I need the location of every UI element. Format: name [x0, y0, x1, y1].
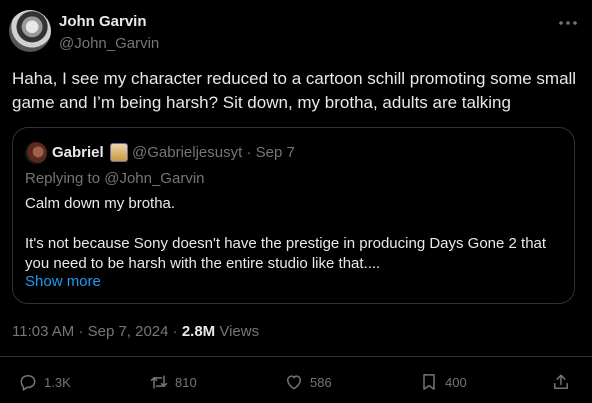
quote-handle-date[interactable]: @Gabrieljesusyt · Sep 7: [132, 144, 295, 161]
verified-badge-icon: [110, 143, 128, 162]
views-count: 2.8M: [181, 323, 216, 340]
post-timestamp[interactable]: 11:03 AM · Sep 7, 2024 ·: [12, 323, 182, 340]
repost-button[interactable]: 810: [149, 372, 197, 392]
bookmark-count: 400: [445, 374, 467, 390]
more-icon[interactable]: [556, 13, 580, 33]
post-avatar[interactable]: [9, 10, 51, 52]
quoted-post[interactable]: Gabriel @Gabrieljesusyt · Sep 7 Replying…: [12, 127, 575, 304]
share-button[interactable]: [551, 372, 577, 392]
quote-replying-to[interactable]: Replying to @John_Garvin: [25, 170, 205, 187]
reply-icon: [20, 375, 36, 391]
post-meta: 11:03 AM · Sep 7, 2024 · 2.8M Views: [12, 323, 259, 340]
views-label: Views: [215, 323, 260, 340]
bookmark-icon: [423, 374, 435, 390]
divider: [0, 356, 592, 357]
bookmark-button[interactable]: 400: [419, 372, 467, 392]
post-text: Haha, I see my character reduced to a ca…: [12, 69, 577, 112]
reply-count: 1.3K: [44, 374, 71, 390]
show-more-link[interactable]: Show more: [25, 273, 101, 290]
author-name[interactable]: John Garvin: [59, 13, 147, 30]
quote-author-name[interactable]: Gabriel: [52, 144, 104, 161]
repost-count: 810: [175, 374, 197, 390]
like-count: 586: [310, 374, 332, 390]
author-handle[interactable]: @John_Garvin: [59, 35, 159, 52]
like-button[interactable]: 586: [284, 372, 332, 392]
reply-button[interactable]: 1.3K: [18, 372, 71, 392]
quote-body: Calm down my brotha. It's not because So…: [25, 195, 547, 272]
heart-icon: [287, 375, 301, 390]
quote-avatar[interactable]: [25, 142, 47, 164]
repost-icon: [150, 375, 168, 389]
share-icon: [554, 374, 568, 389]
